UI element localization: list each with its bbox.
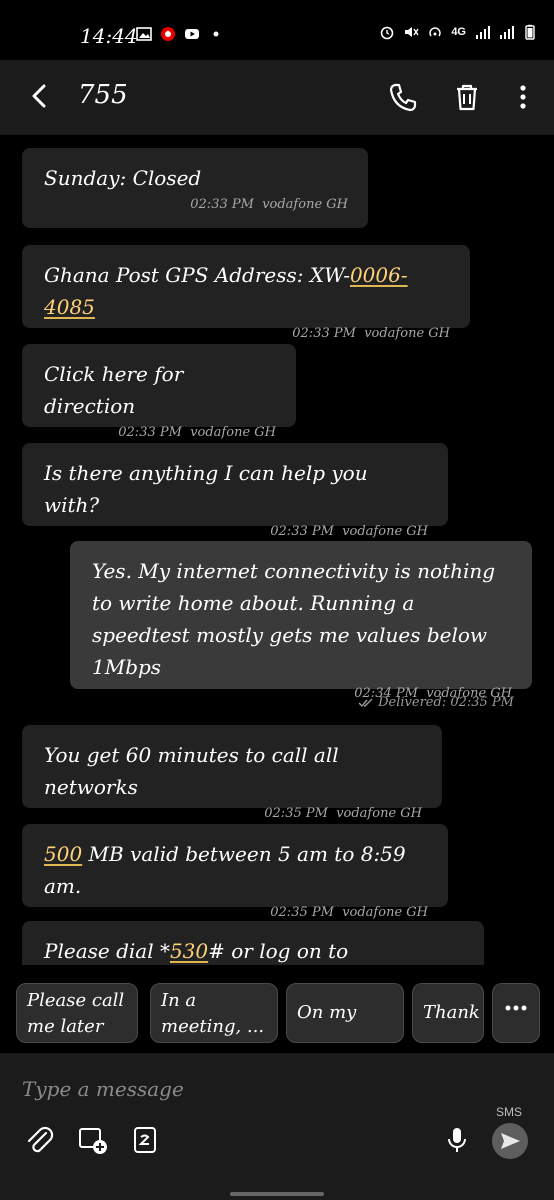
quick-reply-chip[interactable]: On my way <box>286 983 404 1043</box>
message-text-part: Ghana Post GPS Address: XW- <box>44 263 350 287</box>
message-carrier: vodafone GH <box>190 425 276 440</box>
message-meta: 02:33 PM vodafone GH <box>44 325 450 343</box>
delivery-status: Delivered: 02:35 PM <box>358 695 514 710</box>
alarm-icon <box>381 26 394 40</box>
message-carrier: vodafone GH <box>342 905 428 920</box>
message-bubble[interactable]: Click here for direction 02:33 PM vodafo… <box>22 344 296 440</box>
message-bubble[interactable]: Sunday: Closed 02:33 PM vodafone GH <box>22 148 368 228</box>
message-carrier: vodafone GH <box>336 806 422 821</box>
double-check-icon <box>358 698 373 707</box>
signal-icon-1 <box>476 26 490 39</box>
message-bubble[interactable]: Ghana Post GPS Address: XW-0006-4085 02:… <box>22 245 470 341</box>
message-text: Please dial *530# or log on to <box>44 935 464 965</box>
message-text: You get 60 minutes to call all networks <box>44 743 339 799</box>
message-text: Is there anything I can help you with? <box>44 461 368 517</box>
quick-reply-chip[interactable]: Please call me later <box>16 983 138 1043</box>
signal-icon-2 <box>500 26 514 39</box>
message-text-part: MB valid between 5 am to 8:59 am. <box>44 842 406 898</box>
message-list[interactable]: Sunday: Closed 02:33 PM vodafone GH Ghan… <box>0 135 554 965</box>
send-button[interactable] <box>492 1123 528 1159</box>
add-media-icon[interactable] <box>76 1123 110 1157</box>
message-meta: 02:33 PM vodafone GH <box>44 523 428 541</box>
number-link[interactable]: 500 <box>44 842 82 866</box>
message-carrier: vodafone GH <box>342 524 428 539</box>
message-time: 02:35 PM <box>270 905 334 920</box>
message-bubble[interactable]: Is there anything I can help you with? 0… <box>22 443 448 539</box>
hotspot-icon <box>429 27 442 37</box>
send-icon <box>501 1133 520 1149</box>
message-meta: 02:35 PM vodafone GH <box>44 904 428 922</box>
sms-mode-label: SMS <box>495 1105 522 1119</box>
message-time: 02:35 PM <box>264 806 328 821</box>
message-time: 02:33 PM <box>292 326 356 341</box>
message-meta: 02:35 PM vodafone GH <box>44 805 422 823</box>
sticker-icon[interactable] <box>128 1123 162 1157</box>
youtube-notification-icon <box>185 29 199 39</box>
more-replies-button[interactable] <box>492 983 540 1043</box>
message-text-part: # or log on to <box>208 939 349 963</box>
dot-notification-icon <box>213 31 219 37</box>
message-time: 02:33 PM <box>190 197 254 212</box>
quick-replies-bar: Please call me later In a meeting, ... O… <box>0 975 554 1053</box>
message-bubble-outgoing[interactable]: Yes. My internet connectivity is nothing… <box>70 541 532 701</box>
message-carrier: vodafone GH <box>262 197 348 212</box>
message-text: Ghana Post GPS Address: XW-0006-4085 <box>44 259 450 323</box>
message-meta: 02:33 PM vodafone GH <box>44 196 348 214</box>
message-bubble[interactable]: You get 60 minutes to call all networks … <box>22 725 442 821</box>
message-text: Sunday: Closed <box>44 166 202 190</box>
back-arrow-icon[interactable] <box>24 80 56 112</box>
message-bubble[interactable]: Please dial *530# or log on to <box>22 921 484 965</box>
message-time: 02:33 PM <box>118 425 182 440</box>
gesture-navigation-bar <box>230 1192 324 1196</box>
microphone-icon[interactable] <box>440 1123 474 1157</box>
quick-reply-chip[interactable]: Thank <box>412 983 484 1043</box>
ussd-link[interactable]: 530 <box>170 939 208 963</box>
gallery-notification-icon <box>136 27 152 41</box>
status-bar: 14:44 4G <box>0 0 554 60</box>
phone-call-icon[interactable] <box>386 80 420 114</box>
quick-reply-chip[interactable]: In a meeting, ... <box>150 983 278 1043</box>
mute-icon <box>405 27 419 37</box>
vodafone-notification-icon <box>161 27 175 41</box>
message-carrier: vodafone GH <box>364 326 450 341</box>
status-time: 14:44 <box>80 24 138 48</box>
delete-icon[interactable] <box>450 80 484 114</box>
message-input[interactable]: Type a message <box>22 1077 184 1101</box>
message-text: Click here for direction <box>44 362 184 418</box>
more-dots-icon <box>505 1005 527 1011</box>
attachment-icon[interactable] <box>22 1123 56 1157</box>
message-text: 500 MB valid between 5 am to 8:59 am. <box>44 838 428 902</box>
conversation-header: 755 <box>0 60 554 135</box>
network-type-label: 4G <box>451 26 466 38</box>
message-meta: 02:33 PM vodafone GH <box>44 424 276 442</box>
battery-icon <box>525 24 535 40</box>
contact-title: 755 <box>78 80 128 110</box>
more-options-icon[interactable] <box>506 80 540 114</box>
message-time: 02:33 PM <box>270 524 334 539</box>
message-text-part: Please dial * <box>44 939 170 963</box>
delivery-status-text: Delivered: 02:35 PM <box>378 695 514 710</box>
message-bubble[interactable]: 500 MB valid between 5 am to 8:59 am. 02… <box>22 824 448 920</box>
message-composer: Type a message SMS <box>0 1053 554 1200</box>
message-text: Yes. My internet connectivity is nothing… <box>92 559 496 679</box>
